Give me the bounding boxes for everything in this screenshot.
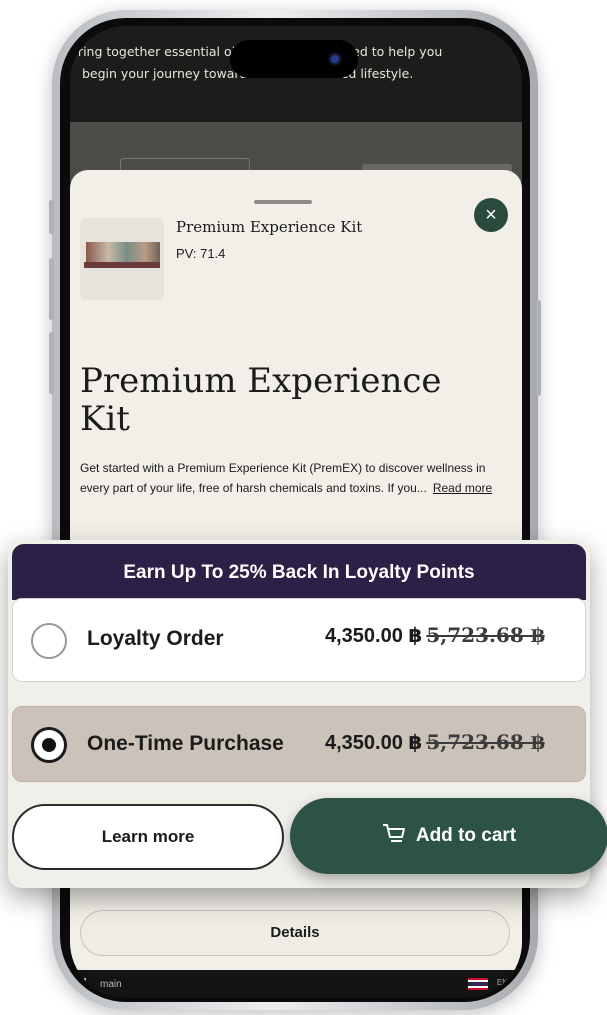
radio-icon[interactable] <box>31 623 67 659</box>
product-description: Get started with a Premium Experience Ki… <box>80 458 510 498</box>
volume-switch <box>49 200 54 234</box>
product-name: Premium Experience Kit <box>176 218 363 236</box>
volume-up-button <box>49 258 54 320</box>
original-price: 5,723.68 ฿ <box>426 730 545 754</box>
dynamic-island <box>230 40 358 78</box>
option-loyalty-order[interactable]: Loyalty Order 4,350.00 ฿ 5,723.68 ฿ <box>12 598 586 682</box>
product-pv: PV: 71.4 <box>176 246 226 261</box>
branch-label: main <box>100 979 122 990</box>
option-price: 4,350.00 ฿ 5,723.68 ฿ <box>325 623 545 648</box>
flag-icon[interactable] <box>468 978 488 990</box>
volume-down-button <box>49 332 54 394</box>
purchase-options-card: Earn Up To 25% Back In Loyalty Points Lo… <box>8 540 607 888</box>
option-price: 4,350.00 ฿ 5,723.68 ฿ <box>325 730 545 755</box>
cart-icon <box>382 824 405 842</box>
camera-icon <box>328 52 342 66</box>
option-one-time-purchase[interactable]: One-Time Purchase 4,350.00 ฿ 5,723.68 ฿ <box>12 706 586 782</box>
close-button[interactable]: × <box>474 198 508 232</box>
option-label: Loyalty Order <box>87 627 224 650</box>
branch-indicator: main <box>84 978 122 990</box>
read-more-link[interactable]: Read more <box>433 481 492 495</box>
product-image-shelf <box>84 262 160 268</box>
branch-icon <box>84 978 94 988</box>
sheet-grabber[interactable] <box>254 200 312 204</box>
close-icon: × <box>485 204 497 226</box>
product-title: Premium Experience Kit <box>80 361 442 439</box>
radio-icon[interactable] <box>31 727 67 763</box>
add-to-cart-label: Add to cart <box>415 825 517 846</box>
option-label: One-Time Purchase <box>87 732 284 755</box>
sale-price: 4,350.00 ฿ <box>325 625 423 647</box>
power-button <box>536 300 541 396</box>
loyalty-banner: Earn Up To 25% Back In Loyalty Points <box>12 544 586 600</box>
details-button[interactable]: Details <box>80 910 510 956</box>
radio-selected-dot <box>42 738 56 752</box>
product-thumbnail <box>80 218 164 300</box>
original-price: 5,723.68 ฿ <box>426 623 545 647</box>
bottom-status-bar: main EN <box>70 970 522 998</box>
add-to-cart-button[interactable]: Add to cart <box>290 798 607 874</box>
learn-more-button[interactable]: Learn more <box>12 804 284 870</box>
language-label[interactable]: EN <box>497 978 508 987</box>
description-text: Get started with a Premium Experience Ki… <box>80 461 486 495</box>
sale-price: 4,350.00 ฿ <box>325 732 423 754</box>
